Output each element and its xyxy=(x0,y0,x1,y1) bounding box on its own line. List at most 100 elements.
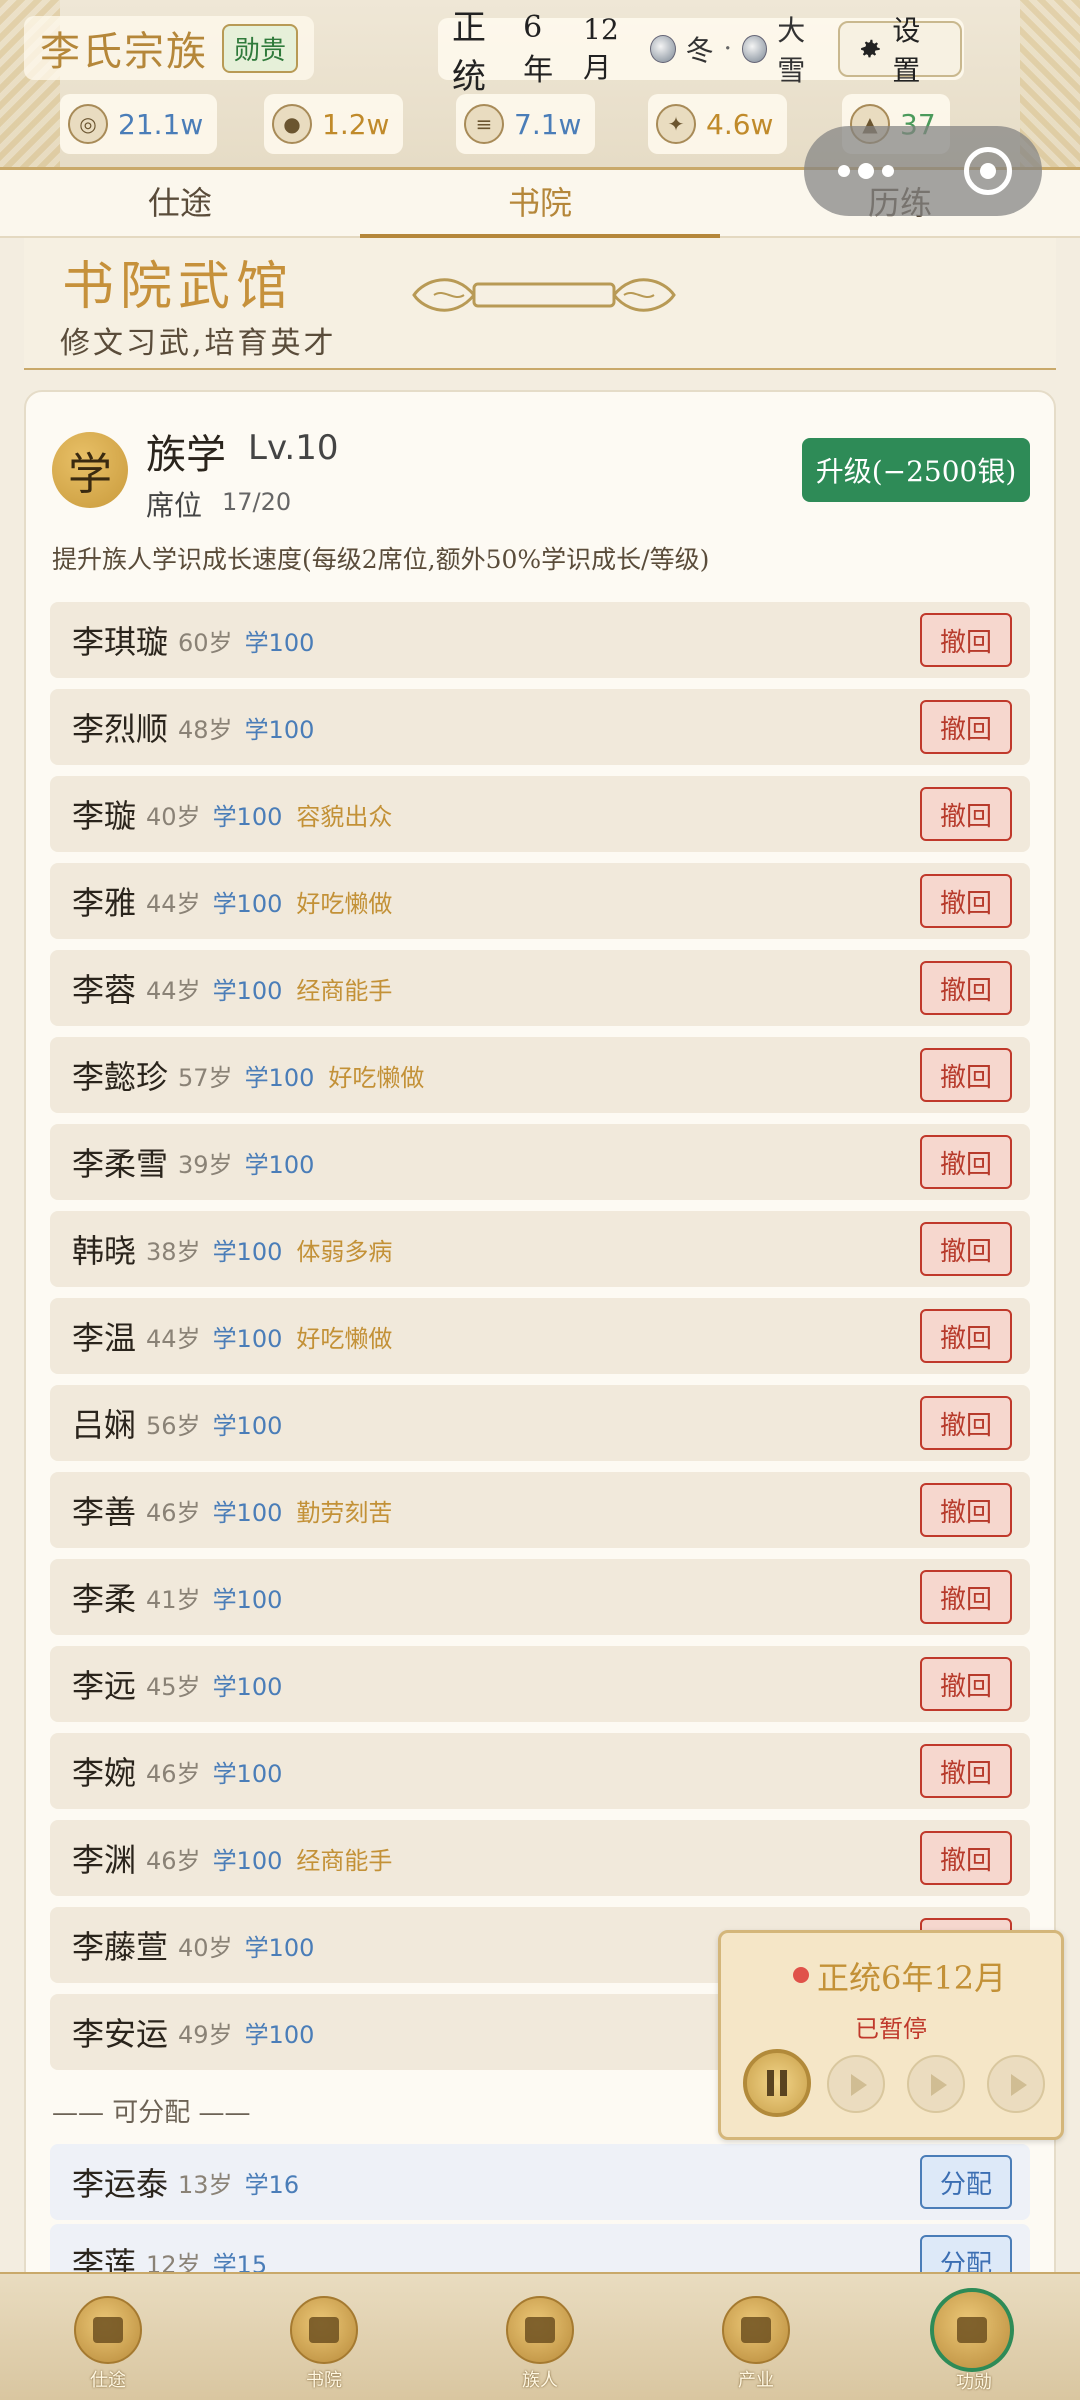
prestige-icon: ✦ xyxy=(656,104,696,144)
recall-button[interactable]: 撤回 xyxy=(920,1309,1012,1363)
member-row[interactable]: 李柔雪 39岁 学100 撤回 xyxy=(50,1124,1030,1200)
recall-button[interactable]: 撤回 xyxy=(920,1831,1012,1885)
weather: 大雪 xyxy=(777,14,806,87)
recall-button[interactable]: 撤回 xyxy=(920,787,1012,841)
member-name: 李温 xyxy=(72,1319,137,1357)
resource-cloth[interactable]: ≡ 7.1w xyxy=(456,94,596,154)
resource-value: 7.1w xyxy=(514,107,582,141)
member-name: 李藤萱 xyxy=(72,1928,169,1966)
member-row[interactable]: 李懿珍 57岁 学100 好吃懒做 撤回 xyxy=(50,1037,1030,1113)
time-widget-date: 正统6年12月 xyxy=(817,1959,1007,1997)
tab-career[interactable]: 仕途 xyxy=(0,170,360,236)
scroll-icon xyxy=(741,2317,771,2343)
member-name: 李远 xyxy=(72,1667,137,1705)
member-age: 39岁 xyxy=(178,1150,233,1179)
recall-button[interactable]: 撤回 xyxy=(920,1483,1012,1537)
institution-level: Lv.10 xyxy=(248,428,339,468)
member-study: 学100 xyxy=(212,802,283,831)
upgrade-button[interactable]: 升级(−2500银) xyxy=(802,438,1030,502)
recall-button[interactable]: 撤回 xyxy=(920,1048,1012,1102)
member-trait: 好吃懒做 xyxy=(296,889,393,918)
member-age: 44岁 xyxy=(146,976,201,1005)
member-study: 学100 xyxy=(212,1759,283,1788)
member-row[interactable]: 吕娴 56岁 学100 撤回 xyxy=(50,1385,1030,1461)
resource-silver[interactable]: ◎ 21.1w xyxy=(60,94,218,154)
recall-button[interactable]: 撤回 xyxy=(920,700,1012,754)
member-row[interactable]: 李烈顺 48岁 学100 撤回 xyxy=(50,689,1030,765)
study-badge-icon: 学 xyxy=(52,432,128,508)
member-study: 学100 xyxy=(244,628,315,657)
institution-description: 提升族人学识成长速度(每级2席位,额外50%学识成长/等级) xyxy=(52,545,710,574)
fast-forward-icon[interactable] xyxy=(907,2055,965,2113)
banner-title: 书院武馆 xyxy=(62,257,295,317)
nav-academy[interactable]: 书院 xyxy=(290,2296,358,2391)
close-target-icon[interactable] xyxy=(964,147,1012,195)
member-row[interactable]: 韩晓 38岁 学100 体弱多病 撤回 xyxy=(50,1211,1030,1287)
nav-industry[interactable]: 产业 xyxy=(722,2296,790,2391)
member-age: 60岁 xyxy=(178,628,233,657)
fastest-forward-icon[interactable] xyxy=(987,2055,1045,2113)
member-row[interactable]: 李温 44岁 学100 好吃懒做 撤回 xyxy=(50,1298,1030,1374)
pause-icon[interactable] xyxy=(743,2049,811,2117)
member-name: 李善 xyxy=(72,1493,137,1531)
nav-label: 仕途 xyxy=(90,2370,126,2391)
bottom-navigation: 仕途 书院 族人 产业 功勋 xyxy=(0,2272,1080,2400)
tab-academy[interactable]: 书院 xyxy=(360,170,720,238)
member-age: 38岁 xyxy=(146,1237,201,1266)
member-study: 学100 xyxy=(212,1498,283,1527)
member-row[interactable]: 李雅 44岁 学100 好吃懒做 撤回 xyxy=(50,863,1030,939)
settings-button[interactable]: 设置 xyxy=(837,14,962,87)
snow-icon xyxy=(741,35,768,63)
member-row[interactable]: 李璇 40岁 学100 容貌出众 撤回 xyxy=(50,776,1030,852)
resource-grain[interactable]: ● 1.2w xyxy=(264,94,404,154)
recall-button[interactable]: 撤回 xyxy=(920,1222,1012,1276)
resource-value: 1.2w xyxy=(322,107,390,141)
recall-button[interactable]: 撤回 xyxy=(920,1135,1012,1189)
people-icon xyxy=(525,2317,555,2343)
resource-prestige[interactable]: ✦ 4.6w xyxy=(648,94,788,154)
member-name: 李琪璇 xyxy=(72,623,169,661)
separator: · xyxy=(723,34,732,64)
member-row[interactable]: 李渊 46岁 学100 经商能手 撤回 xyxy=(50,1820,1030,1896)
time-control-widget: 正统6年12月 已暂停 xyxy=(718,1930,1064,2140)
assignable-row[interactable]: 李运泰 13岁 学16 分配 xyxy=(50,2144,1030,2220)
play-icon[interactable] xyxy=(827,2055,885,2113)
member-row[interactable]: 李婉 46岁 学100 撤回 xyxy=(50,1733,1030,1809)
rank-badge: 勋贵 xyxy=(222,23,299,73)
recall-button[interactable]: 撤回 xyxy=(920,1570,1012,1624)
member-trait: 经商能手 xyxy=(296,976,393,1005)
member-row[interactable]: 李善 46岁 学100 勤劳刻苦 撤回 xyxy=(50,1472,1030,1548)
member-name: 李懿珍 xyxy=(72,1058,169,1096)
member-age: 13岁 xyxy=(178,2170,233,2199)
more-icon[interactable] xyxy=(838,163,894,179)
member-name: 李柔雪 xyxy=(72,1145,169,1183)
member-study: 学100 xyxy=(212,889,283,918)
member-row[interactable]: 李蓉 44岁 学100 经商能手 撤回 xyxy=(50,950,1030,1026)
member-row[interactable]: 李柔 41岁 学100 撤回 xyxy=(50,1559,1030,1635)
gear-icon xyxy=(860,39,880,58)
nav-people[interactable]: 族人 xyxy=(506,2296,574,2391)
recall-button[interactable]: 撤回 xyxy=(920,1744,1012,1798)
recall-button[interactable]: 撤回 xyxy=(920,961,1012,1015)
recall-button[interactable]: 撤回 xyxy=(920,1396,1012,1450)
nav-merit[interactable]: 功勋 xyxy=(930,2288,1014,2393)
member-row[interactable]: 李远 45岁 学100 撤回 xyxy=(50,1646,1030,1722)
assign-button[interactable]: 分配 xyxy=(920,2155,1012,2209)
season: 冬 xyxy=(685,34,714,67)
mini-program-capsule[interactable] xyxy=(804,126,1042,216)
date-display: 正统 6年 12月 冬 · 大雪 设置 xyxy=(438,8,964,97)
resource-value: 21.1w xyxy=(118,107,204,141)
nav-career[interactable]: 仕途 xyxy=(74,2296,142,2391)
member-age: 46岁 xyxy=(146,1498,201,1527)
member-name: 李安运 xyxy=(72,2015,169,2053)
recall-button[interactable]: 撤回 xyxy=(920,874,1012,928)
member-age: 40岁 xyxy=(178,1933,233,1962)
merit-icon xyxy=(957,2317,987,2343)
member-study: 学100 xyxy=(244,1933,315,1962)
recall-button[interactable]: 撤回 xyxy=(920,1657,1012,1711)
era-name: 正统 xyxy=(452,8,486,97)
member-age: 40岁 xyxy=(146,802,201,831)
member-row[interactable]: 李琪璇 60岁 学100 撤回 xyxy=(50,602,1030,678)
status-dot-icon xyxy=(793,1967,809,1983)
recall-button[interactable]: 撤回 xyxy=(920,613,1012,667)
